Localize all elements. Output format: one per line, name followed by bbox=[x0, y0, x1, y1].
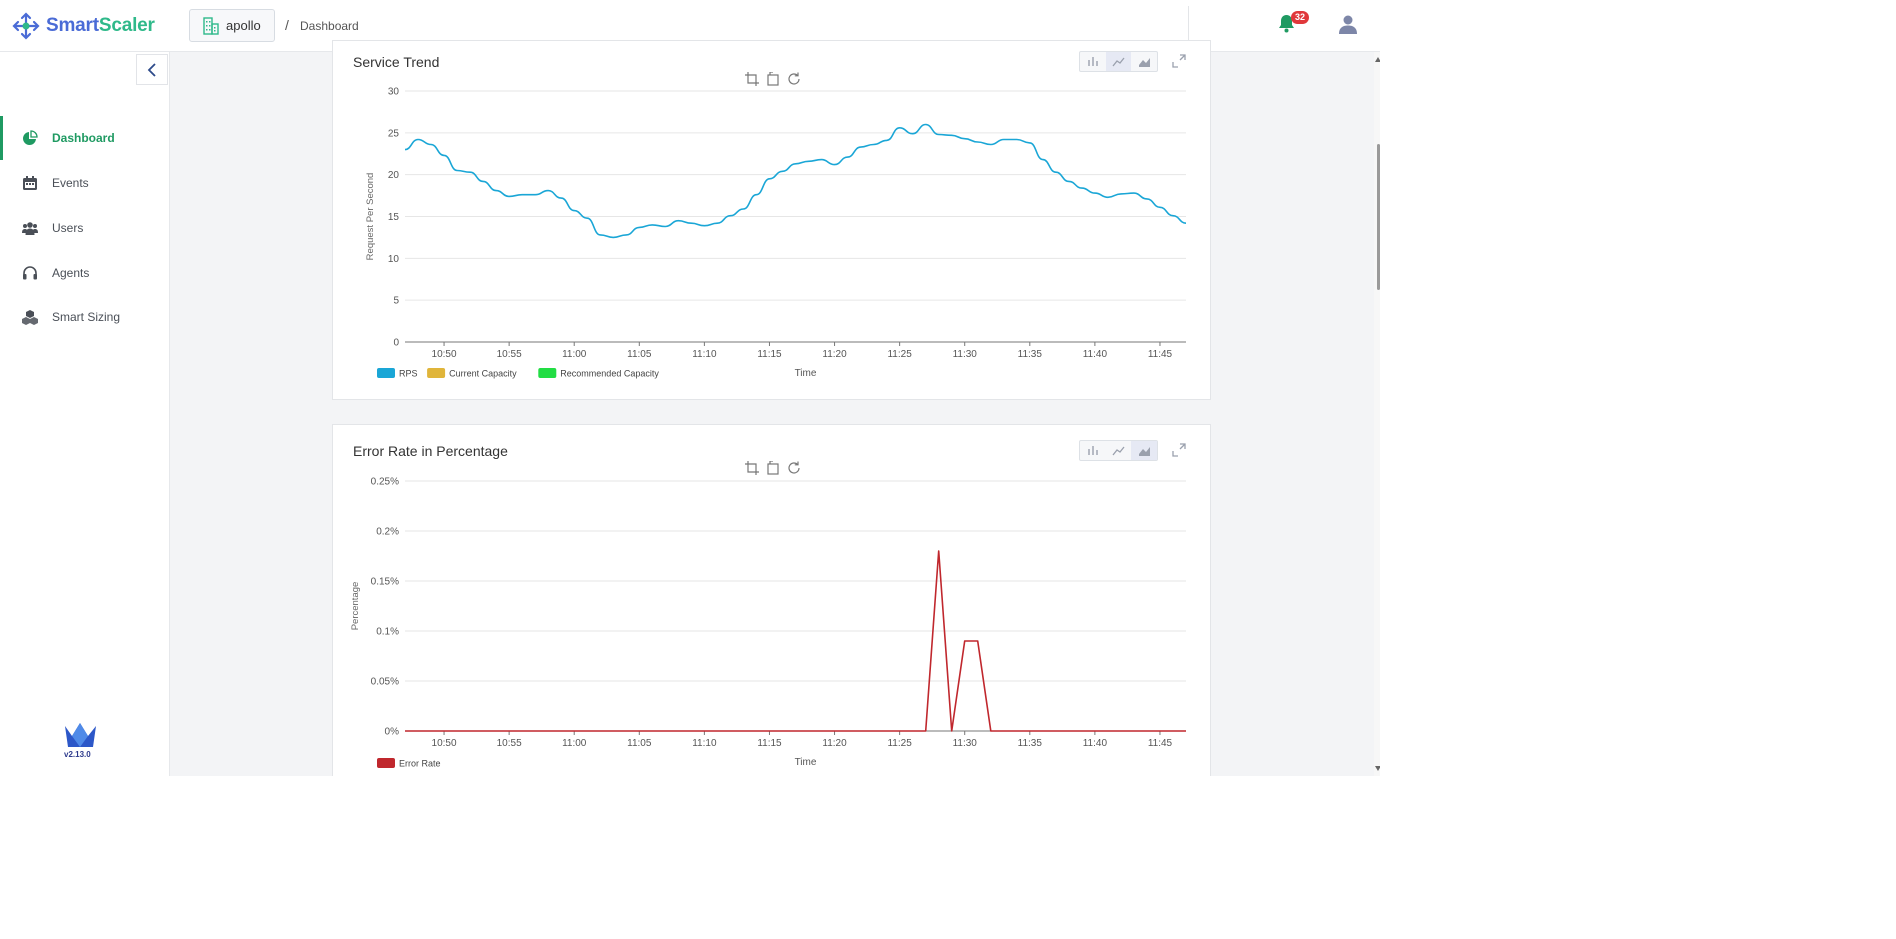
crown-logo-icon bbox=[65, 723, 96, 747]
app-version: v2.13.0 bbox=[64, 750, 91, 759]
user-avatar-icon[interactable] bbox=[1338, 14, 1358, 34]
x-tick-label: 11:05 bbox=[627, 349, 652, 360]
chevron-left-icon bbox=[147, 62, 156, 77]
sidebar-item-agents[interactable]: Agents bbox=[0, 251, 168, 295]
y-tick-label: 0% bbox=[385, 727, 400, 738]
sidebar-item-dashboard[interactable]: Dashboard bbox=[0, 116, 168, 160]
notification-count-badge: 32 bbox=[1291, 11, 1309, 24]
series-line-error-rate bbox=[405, 550, 1186, 732]
y-tick-label: 0 bbox=[393, 338, 399, 349]
y-tick-label: 0.1% bbox=[376, 627, 399, 638]
x-tick-label: 10:55 bbox=[497, 738, 522, 749]
x-tick-label: 11:15 bbox=[757, 349, 782, 360]
x-tick-label: 11:10 bbox=[692, 349, 717, 360]
project-selector[interactable]: apollo bbox=[189, 9, 275, 42]
legend-swatch bbox=[377, 758, 395, 768]
x-tick-label: 11:35 bbox=[1018, 349, 1043, 360]
scroll-down-arrow[interactable] bbox=[1375, 766, 1380, 771]
sidebar-item-users[interactable]: Users bbox=[0, 206, 168, 250]
project-name: apollo bbox=[226, 18, 261, 33]
legend-swatch bbox=[427, 368, 446, 378]
x-tick-label: 11:45 bbox=[1148, 349, 1173, 360]
service-trend-chart: 0 5 10 15 20 25 30 10:50 10:55 11:00 11:05 11:10 11:… bbox=[365, 87, 1187, 379]
y-tick-label: 0.2% bbox=[376, 527, 399, 538]
active-indicator bbox=[0, 116, 3, 160]
x-tick-label: 11:30 bbox=[953, 349, 978, 360]
x-tick-label: 11:05 bbox=[627, 738, 652, 749]
scroll-up-arrow[interactable] bbox=[1375, 57, 1380, 62]
sidebar-item-label: Users bbox=[52, 221, 84, 235]
series-line-rps bbox=[404, 123, 1187, 239]
x-tick-label: 11:00 bbox=[562, 738, 587, 749]
sidebar-item-events[interactable]: Events bbox=[0, 161, 168, 205]
y-tick-label: 25 bbox=[388, 128, 400, 139]
x-tick-label: 11:35 bbox=[1018, 738, 1043, 749]
app-logo[interactable]: SmartScaler bbox=[12, 12, 155, 40]
legend-label: Recommended Capacity bbox=[560, 369, 659, 379]
x-tick-label: 11:45 bbox=[1148, 738, 1173, 749]
x-axis-title: Time bbox=[795, 368, 817, 379]
scrollbar-thumb[interactable] bbox=[1377, 144, 1380, 290]
sidebar-item-label: Events bbox=[52, 176, 89, 190]
sidebar-item-label: Dashboard bbox=[52, 131, 115, 145]
y-axis-title: Percentage bbox=[350, 582, 361, 631]
x-tick-label: 11:25 bbox=[887, 349, 912, 360]
y-tick-label: 0.15% bbox=[371, 577, 399, 588]
legend-swatch bbox=[377, 368, 395, 378]
error-rate-chart: 0% 0.05% 0.1% 0.15% 0.2% 0.25% 10:50 10:55 11:00… bbox=[350, 477, 1186, 769]
y-axis-title: Request Per Second bbox=[365, 173, 376, 261]
x-tick-label: 11:40 bbox=[1083, 738, 1108, 749]
sidebar-item-label: Agents bbox=[52, 266, 90, 280]
app-name-part1: Smart bbox=[46, 15, 99, 36]
x-tick-label: 11:10 bbox=[692, 738, 717, 749]
y-tick-label: 15 bbox=[388, 212, 400, 223]
calendar-icon bbox=[23, 176, 37, 190]
app-root: SmartScaler apollo / Dashboard 32 Dashbo… bbox=[0, 0, 1380, 776]
collapse-sidebar-button[interactable] bbox=[136, 54, 168, 85]
breadcrumb-separator: / bbox=[285, 17, 289, 33]
x-tick-label: 11:20 bbox=[822, 738, 847, 749]
y-tick-label: 10 bbox=[388, 254, 400, 265]
x-tick-label: 11:20 bbox=[822, 349, 847, 360]
x-tick-label: 11:25 bbox=[887, 738, 912, 749]
x-tick-label: 10:50 bbox=[432, 349, 457, 360]
app-name-part2: Scaler bbox=[98, 15, 155, 36]
users-icon bbox=[22, 222, 38, 235]
x-axis-title: Time bbox=[795, 757, 817, 768]
x-tick-label: 10:50 bbox=[432, 738, 457, 749]
legend-label: RPS bbox=[399, 369, 418, 379]
x-tick-label: 11:00 bbox=[562, 349, 587, 360]
cubes-icon bbox=[22, 310, 38, 325]
sidebar: Dashboard Events Users Agents Smart Sizi… bbox=[0, 52, 170, 776]
sidebar-item-label: Smart Sizing bbox=[52, 310, 121, 324]
pie-chart-icon bbox=[23, 130, 38, 145]
x-tick-label: 10:55 bbox=[497, 349, 522, 360]
legend-label: Current Capacity bbox=[449, 369, 517, 379]
x-tick-label: 11:30 bbox=[953, 738, 978, 749]
legend-label: Error Rate bbox=[399, 759, 441, 769]
y-tick-label: 20 bbox=[388, 170, 400, 181]
app-name: SmartScaler bbox=[46, 15, 155, 37]
y-tick-label: 30 bbox=[388, 87, 400, 98]
breadcrumb-current-page: Dashboard bbox=[300, 19, 359, 33]
x-tick-label: 11:40 bbox=[1083, 349, 1108, 360]
headset-icon bbox=[23, 266, 37, 280]
sidebar-item-smart-sizing[interactable]: Smart Sizing bbox=[0, 295, 168, 339]
building-icon bbox=[203, 16, 219, 35]
y-tick-label: 0.25% bbox=[371, 477, 399, 488]
service-trend-card: Service Trend 0 5 10 15 20 25 30 10:50 10:55 11:0… bbox=[332, 40, 1211, 400]
legend-swatch bbox=[538, 368, 557, 378]
x-tick-label: 11:15 bbox=[757, 738, 782, 749]
y-tick-label: 0.05% bbox=[371, 677, 399, 688]
y-tick-label: 5 bbox=[393, 296, 399, 307]
error-rate-card: Error Rate in Percentage 0% 0.05% 0.1% 0.15… bbox=[332, 424, 1211, 776]
smartscaler-logo-icon bbox=[12, 12, 40, 40]
